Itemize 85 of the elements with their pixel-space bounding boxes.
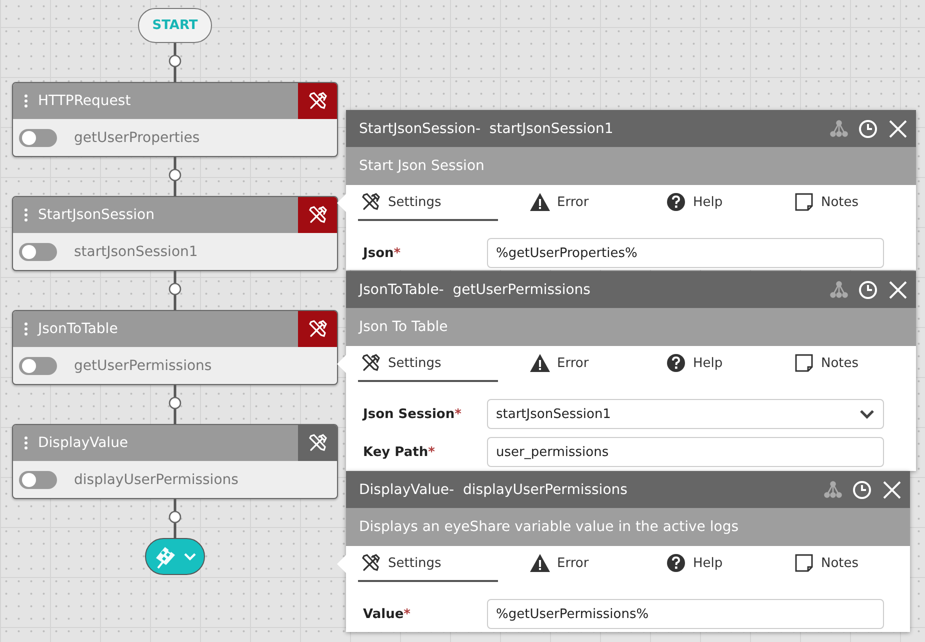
drag-handle-icon[interactable] xyxy=(23,208,29,222)
tab[interactable]: Help xyxy=(663,185,723,221)
drag-handle-icon[interactable] xyxy=(23,94,29,108)
note-icon xyxy=(793,552,815,574)
node-title: StartJsonSession xyxy=(38,207,156,223)
close-icon xyxy=(888,280,908,300)
settings-icon xyxy=(306,204,328,226)
node-title: HTTPRequest xyxy=(38,93,132,109)
node-name: startJsonSession1 xyxy=(74,244,198,260)
panel-subtitle: Start Json Session xyxy=(346,147,916,185)
hierarchy-icon xyxy=(830,281,848,298)
panel-title: StartJsonSession- startJsonSession1 xyxy=(359,120,614,136)
node-card[interactable]: JsonToTable getUserPermissions xyxy=(12,310,338,385)
hierarchy-button[interactable] xyxy=(828,118,850,139)
settings-icon xyxy=(306,432,328,454)
field-label: Json Session xyxy=(363,406,455,422)
chevron-icon xyxy=(183,551,197,562)
hierarchy-icon xyxy=(830,120,848,137)
panel-title: JsonToTable- getUserPermissions xyxy=(359,282,592,298)
node-card[interactable]: StartJsonSession startJsonSession1 xyxy=(12,196,338,271)
toggle-switch[interactable] xyxy=(19,470,57,488)
tab[interactable]: Error xyxy=(527,185,589,221)
note-icon xyxy=(793,352,815,374)
tab[interactable]: Error xyxy=(527,346,589,382)
tab[interactable]: Error xyxy=(527,546,589,582)
tab[interactable]: Notes xyxy=(791,185,859,221)
end-node[interactable] xyxy=(145,538,205,575)
field-label: Key Path xyxy=(363,444,428,460)
required-mark: * xyxy=(454,406,462,422)
clock-icon xyxy=(852,480,872,500)
close-icon xyxy=(882,480,902,500)
drag-handle-icon[interactable] xyxy=(23,322,29,336)
panel-title: DisplayValue- displayUserPermissions xyxy=(359,482,628,498)
node-name: displayUserPermissions xyxy=(74,472,238,488)
clock-icon xyxy=(858,280,878,300)
node-name: getUserPermissions xyxy=(74,358,212,374)
node-card[interactable]: DisplayValue displayUserPermissions xyxy=(12,424,338,499)
warning-icon xyxy=(529,552,551,574)
field-label: Value xyxy=(363,606,404,622)
tab[interactable]: Settings xyxy=(358,346,498,382)
node-card[interactable]: HTTPRequest getUserProperties xyxy=(12,82,338,157)
required-mark: * xyxy=(394,246,401,260)
warning-icon xyxy=(529,191,551,213)
tab[interactable]: Settings xyxy=(358,185,498,221)
toggle-switch[interactable] xyxy=(19,242,57,260)
settings-icon xyxy=(306,90,328,112)
settings-button[interactable] xyxy=(298,311,337,347)
settings-icon xyxy=(360,552,382,574)
caret-icon xyxy=(859,408,875,420)
toggle-switch[interactable] xyxy=(19,356,57,374)
tab[interactable]: Notes xyxy=(791,546,859,582)
settings-icon xyxy=(360,352,382,374)
tab[interactable]: Notes xyxy=(791,346,859,382)
settings-icon xyxy=(306,318,328,340)
panel-subtitle: Displays an eyeShare variable value in the active logs xyxy=(346,508,910,546)
hierarchy-button[interactable] xyxy=(822,479,844,500)
close-icon xyxy=(888,118,908,138)
warning-icon xyxy=(529,352,551,374)
settings-button[interactable] xyxy=(298,197,337,233)
dropdown-field[interactable]: startJsonSession1 xyxy=(487,399,884,429)
clock-icon xyxy=(858,118,878,138)
node-name: getUserProperties xyxy=(74,130,200,146)
input-field[interactable]: user_permissions xyxy=(487,437,884,467)
panel-subtitle: Json To Table xyxy=(346,308,916,346)
drag-handle-icon[interactable] xyxy=(23,436,29,450)
input-field[interactable]: %getUserProperties% xyxy=(487,238,884,268)
required-mark: * xyxy=(428,444,435,460)
input-field[interactable]: %getUserPermissions% xyxy=(487,599,884,629)
tab[interactable]: Help xyxy=(663,546,723,582)
field-label: Json xyxy=(363,246,394,260)
hierarchy-button[interactable] xyxy=(828,279,850,300)
help-icon xyxy=(665,191,687,213)
help-icon xyxy=(665,352,687,374)
hierarchy-icon xyxy=(824,481,842,498)
note-icon xyxy=(793,191,815,213)
node-title: JsonToTable xyxy=(38,321,119,337)
tab[interactable]: Help xyxy=(663,346,723,382)
tab[interactable]: Settings xyxy=(358,546,498,582)
toggle-switch[interactable] xyxy=(19,128,57,146)
settings-icon xyxy=(360,191,382,213)
help-icon xyxy=(665,552,687,574)
node-title: DisplayValue xyxy=(38,435,130,451)
settings-button[interactable] xyxy=(298,83,337,119)
required-mark: * xyxy=(404,606,410,622)
settings-button[interactable] xyxy=(298,425,337,461)
